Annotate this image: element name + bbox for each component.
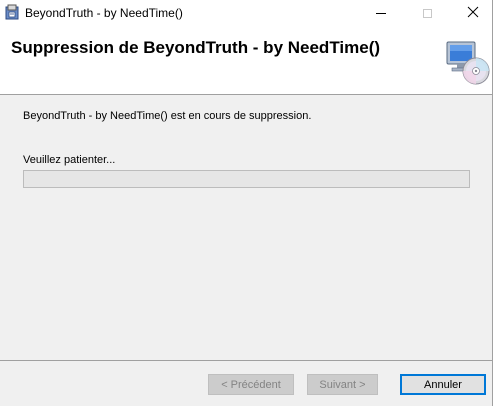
previous-button: < Précédent [208,374,294,395]
status-message: BeyondTruth - by NeedTime() est en cours… [23,110,312,122]
computer-cd-icon [443,38,491,86]
window-title: BeyondTruth - by NeedTime() [25,6,183,20]
close-button[interactable] [450,0,492,26]
wait-label: Veuillez patienter... [23,154,116,166]
title-bar[interactable]: BeyondTruth - by NeedTime() [0,0,492,30]
cancel-button[interactable]: Annuler [400,374,486,395]
minimize-icon [376,12,386,14]
footer-divider [0,360,492,361]
maximize-icon [422,8,432,18]
maximize-button [404,0,450,26]
page-title: Suppression de BeyondTruth - by NeedTime… [11,38,381,57]
progress-bar [23,170,470,188]
minimize-button[interactable] [358,0,404,26]
next-button: Suivant > [307,374,378,395]
installer-window: BeyondTruth - by NeedTime() Suppression … [0,0,493,406]
header-banner: Suppression de BeyondTruth - by NeedTime… [0,30,492,95]
installer-app-icon [4,4,20,20]
close-icon [467,6,479,21]
